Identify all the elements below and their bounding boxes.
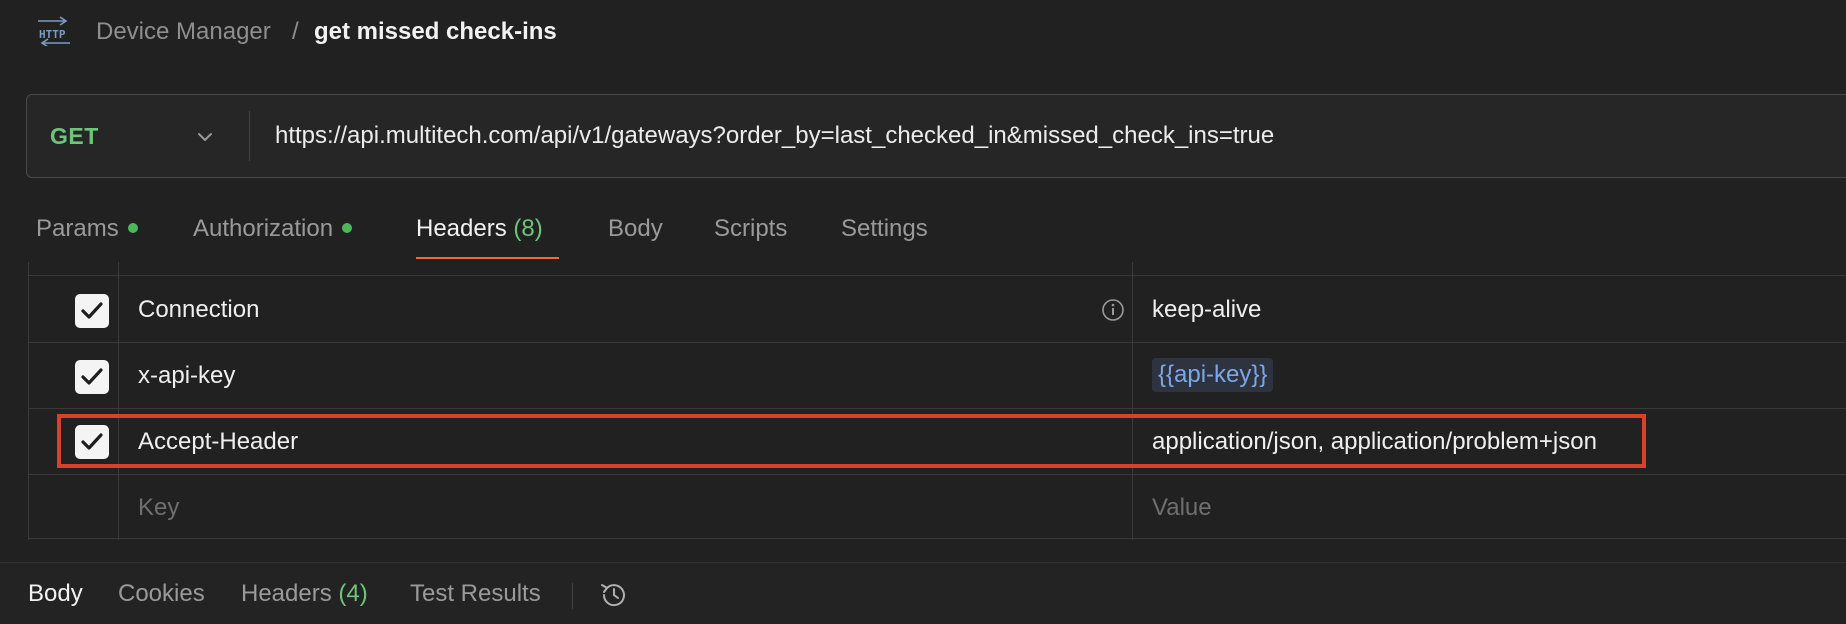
info-icon[interactable] — [1101, 298, 1125, 322]
response-tab-test-results[interactable]: Test Results — [410, 579, 541, 609]
check-icon — [81, 433, 103, 450]
tab-params[interactable]: Params — [36, 214, 138, 244]
headers-table: Connection keep-alive x-api-key {{api-ke… — [28, 262, 1846, 540]
table-row: Connection keep-alive — [28, 277, 1846, 343]
divider — [28, 262, 29, 540]
header-value[interactable]: keep-alive — [1152, 295, 1261, 325]
tab-authorization[interactable]: Authorization — [193, 214, 353, 244]
breadcrumb-parent[interactable]: Device Manager — [96, 17, 271, 47]
table-top-row — [28, 262, 1846, 276]
variable-chip[interactable]: {{api-key}} — [1152, 358, 1274, 392]
header-key[interactable]: Accept-Header — [138, 427, 298, 457]
value-placeholder[interactable]: Value — [1152, 493, 1212, 523]
response-tab-headers-count: (4) — [338, 580, 368, 607]
request-url-bar: GET https://api.multitech.com/api/v1/gat… — [26, 94, 1846, 178]
request-tabs: Params Authorization Headers (8) Body Sc… — [0, 200, 1846, 262]
response-tab-cookies[interactable]: Cookies — [118, 579, 205, 609]
tab-body[interactable]: Body — [608, 214, 663, 244]
breadcrumb: HTTP Device Manager / get missed check-i… — [0, 0, 1846, 64]
check-icon — [81, 368, 103, 385]
status-dot — [127, 222, 138, 233]
chevron-down-icon — [193, 125, 217, 149]
tab-headers[interactable]: Headers (8) — [416, 214, 543, 244]
request-name[interactable]: get missed check-ins — [314, 17, 557, 47]
divider — [249, 111, 250, 161]
header-key[interactable]: x-api-key — [138, 361, 235, 391]
divider — [1132, 262, 1133, 540]
table-row-new: Key Value — [28, 475, 1846, 539]
url-input[interactable]: https://api.multitech.com/api/v1/gateway… — [275, 121, 1274, 151]
response-tabs: Body Cookies Headers (4) Test Results — [0, 562, 1846, 624]
row-checkbox[interactable] — [75, 294, 109, 328]
header-key[interactable]: Connection — [138, 295, 259, 325]
status-dot — [342, 222, 353, 233]
response-tab-body[interactable]: Body — [28, 579, 83, 609]
table-row: Accept-Header application/json, applicat… — [28, 409, 1846, 475]
tab-authorization-label: Authorization — [193, 215, 334, 242]
divider — [118, 262, 119, 540]
tab-headers-label: Headers — [416, 215, 507, 242]
active-tab-indicator — [416, 257, 559, 259]
header-value[interactable]: application/json, application/problem+js… — [1152, 427, 1597, 457]
table-row: x-api-key {{api-key}} — [28, 343, 1846, 409]
check-icon — [81, 302, 103, 319]
http-icon: HTTP — [36, 16, 72, 48]
tab-headers-count: (8) — [513, 215, 543, 242]
row-checkbox[interactable] — [75, 360, 109, 394]
row-checkbox[interactable] — [75, 425, 109, 459]
response-tab-headers[interactable]: Headers (4) — [241, 579, 368, 609]
method-label: GET — [50, 123, 99, 149]
method-select[interactable]: GET — [27, 95, 249, 177]
breadcrumb-separator: / — [292, 18, 299, 45]
svg-text:HTTP: HTTP — [39, 28, 66, 41]
response-tab-headers-label: Headers — [241, 580, 332, 607]
divider — [572, 583, 573, 609]
tab-settings[interactable]: Settings — [841, 214, 928, 244]
key-placeholder[interactable]: Key — [138, 493, 179, 523]
tab-params-label: Params — [36, 215, 119, 242]
history-icon[interactable] — [598, 579, 630, 611]
tab-scripts[interactable]: Scripts — [714, 214, 787, 244]
